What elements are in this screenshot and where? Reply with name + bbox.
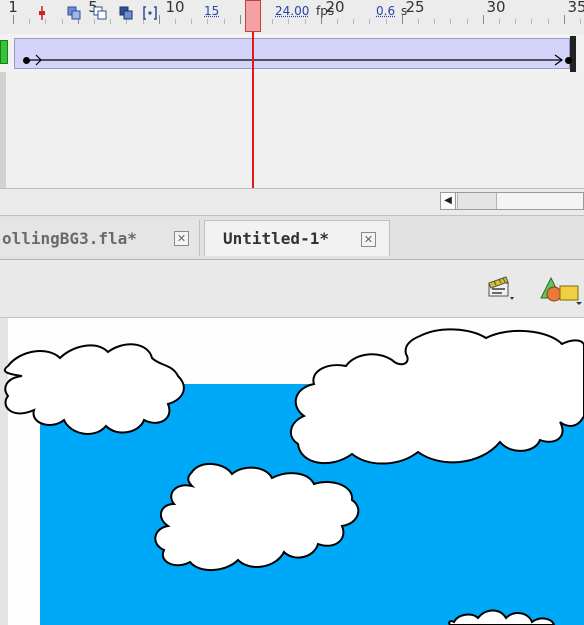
ruler-tick [483, 15, 484, 24]
tab-scrollingbg3[interactable]: ollingBG3.fla* ✕ [0, 220, 200, 256]
tween-arrow [30, 54, 564, 66]
ruler-tick [62, 19, 63, 24]
ruler-tick [191, 19, 192, 24]
edit-scene-icon[interactable] [486, 274, 516, 302]
ruler-tick [110, 19, 111, 24]
onion-skin-outlines-icon[interactable] [92, 5, 108, 21]
scroll-left-arrow-icon[interactable]: ◀ [440, 192, 456, 210]
ruler-tick [159, 15, 160, 24]
frame-number-1: 1 [8, 0, 18, 16]
ruler-tick [450, 19, 451, 24]
ruler-tick [272, 19, 273, 24]
frame-number-35: 35 [567, 0, 584, 16]
ruler-tick [207, 19, 208, 24]
elapsed-time-unit: s [401, 4, 408, 18]
start-keyframe-dot[interactable] [23, 57, 30, 64]
stage-canvas[interactable] [0, 318, 584, 625]
ruler-tick [564, 15, 565, 24]
playhead-line[interactable] [252, 14, 254, 189]
frame-number-30: 30 [486, 0, 506, 16]
elapsed-time-readout[interactable]: 0.6 [376, 4, 395, 18]
ruler-tick [175, 19, 176, 24]
close-icon[interactable]: ✕ [174, 231, 189, 246]
onion-markers-icon[interactable] [142, 5, 158, 21]
ruler-tick [548, 19, 549, 24]
frame-rate-readout[interactable]: 24.00 [275, 4, 309, 18]
ruler-tick [531, 19, 532, 24]
current-frame-readout[interactable]: 15 [204, 4, 219, 18]
ruler-tick [434, 19, 435, 24]
tab-label: ollingBG3.fla* [2, 228, 137, 248]
ruler-tick [13, 15, 14, 24]
layer-outline-swatch[interactable] [0, 40, 8, 64]
ruler-tick [240, 15, 241, 24]
tab-untitled-1[interactable]: Untitled-1* ✕ [204, 220, 390, 256]
playhead-handle[interactable] [245, 0, 261, 32]
cloud-shape[interactable] [3, 343, 185, 435]
end-keyframe-dot[interactable] [565, 57, 572, 64]
ruler-tick [305, 19, 306, 24]
edit-multiple-frames-icon[interactable] [118, 5, 134, 21]
layer-list-edge [0, 72, 6, 188]
ruler-tick [418, 19, 419, 24]
ruler-tick [369, 19, 370, 24]
ruler-tick [580, 19, 581, 24]
center-frame-icon[interactable] [34, 5, 50, 21]
ruler-tick [467, 19, 468, 24]
frame-number-10: 10 [165, 0, 185, 16]
onion-skin-icon[interactable] [66, 5, 82, 21]
ruler-tick [337, 19, 338, 24]
close-icon[interactable]: ✕ [361, 232, 376, 247]
end-keyframe-marker[interactable] [570, 36, 576, 72]
ruler-tick [288, 19, 289, 24]
ruler-tick [353, 19, 354, 24]
tab-label: Untitled-1* [223, 229, 329, 248]
timeline-empty-area[interactable] [0, 72, 584, 188]
edit-symbols-icon[interactable] [538, 274, 584, 306]
scrollbar-thumb[interactable] [457, 193, 497, 209]
ruler-tick [224, 19, 225, 24]
frame-rate-unit: fps [316, 4, 335, 18]
frame-number-25: 25 [405, 0, 425, 16]
ruler-tick [515, 19, 516, 24]
ruler-tick [386, 19, 387, 24]
ruler-tick [29, 19, 30, 24]
ruler-tick [499, 19, 500, 24]
